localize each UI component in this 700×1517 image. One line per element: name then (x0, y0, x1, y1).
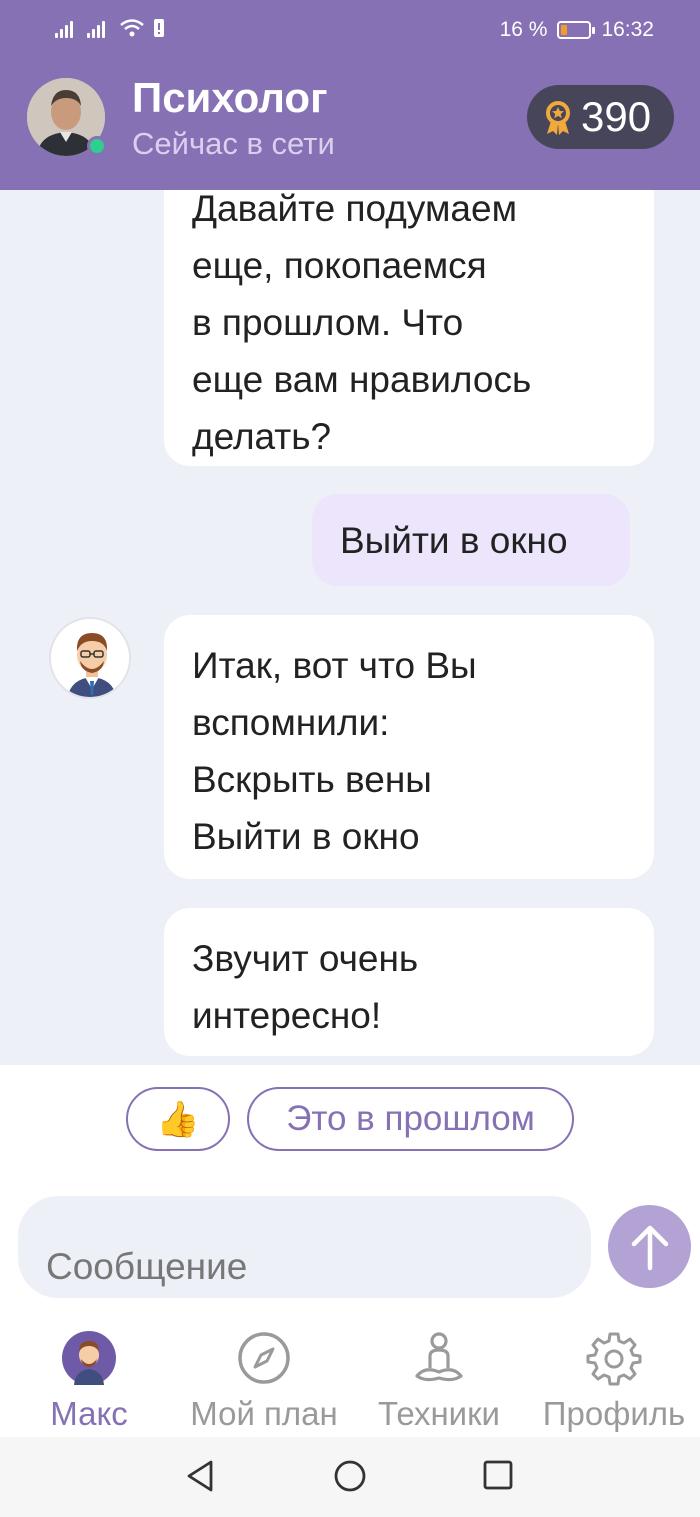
nav-item-my-plan[interactable]: Мой план (184, 1327, 344, 1433)
nav-item-techniques[interactable]: Техники (372, 1327, 506, 1433)
message-composer (18, 1196, 591, 1298)
back-icon[interactable] (185, 1459, 215, 1493)
bottom-navigation: Макс Мой план Техники Профиль (0, 1315, 700, 1437)
recent-apps-icon[interactable] (483, 1459, 513, 1491)
avatar-icon (62, 1331, 116, 1385)
nav-label: Техники (378, 1395, 500, 1432)
top-bar: 16 % 16:32 Психолог Сейчас в сети 390 (0, 0, 700, 190)
cell-signal-2-icon (87, 18, 111, 38)
home-icon[interactable] (333, 1459, 367, 1493)
quick-reply-label: Это в прошлом (286, 1099, 535, 1138)
message-line: интересно! (192, 995, 382, 1036)
message-line: Выйти в окно (340, 519, 568, 561)
message-line: в прошлом. Что (192, 302, 464, 343)
message-line: Звучит очень (192, 938, 419, 979)
nav-label: Профиль (542, 1395, 686, 1432)
clock: 16:32 (601, 18, 654, 41)
battery-percent: 16 % (499, 18, 548, 41)
compass-icon (238, 1332, 290, 1384)
meditation-icon (415, 1332, 463, 1382)
system-navigation-bar (0, 1437, 700, 1517)
nav-label: Мой план (190, 1395, 338, 1432)
online-status: Сейчас в сети (132, 126, 335, 161)
quick-reply-thumbs-up[interactable]: 👍 (126, 1087, 230, 1151)
bottom-panel: 👍 Это в прошлом Макс М (0, 1065, 700, 1437)
chat-title: Психолог (132, 74, 328, 121)
nav-label: Макс (50, 1395, 128, 1432)
message-line: еще вам нравилось (192, 359, 532, 400)
medal-icon (546, 101, 570, 135)
cell-signal-icon (55, 18, 79, 38)
nav-item-profile[interactable]: Профиль (538, 1327, 690, 1433)
message-line: еще, покопаемся (192, 245, 487, 286)
bot-avatar (49, 617, 131, 699)
sim-alert-icon (154, 19, 164, 37)
coins-value: 390 (581, 93, 652, 140)
bot-message: Итак, вот что Вы вспомнили: Вскрыть вены… (164, 615, 654, 879)
bot-message: Звучит очень интересно! (164, 908, 654, 1056)
chat-header: Психолог Сейчас в сети 390 (0, 70, 700, 180)
wifi-icon (120, 19, 144, 37)
message-line: Итак, вот что Вы (192, 645, 477, 686)
chat-area[interactable]: Давайте подумаем еще, покопаемся в прошл… (0, 190, 700, 1065)
message-line: вспомнили: (192, 702, 390, 743)
status-bar: 16 % 16:32 (0, 0, 700, 60)
arrow-up-icon (631, 1225, 668, 1270)
message-input[interactable] (46, 1232, 566, 1298)
quick-reply-button[interactable]: Это в прошлом (247, 1087, 574, 1151)
gear-icon (586, 1332, 642, 1386)
thumbs-up-icon: 👍 (156, 1099, 200, 1139)
bot-message: Давайте подумаем еще, покопаемся в прошл… (164, 190, 654, 466)
message-line: делать? (192, 416, 332, 457)
coins-badge[interactable]: 390 (527, 85, 674, 149)
nav-item-maks[interactable]: Макс (36, 1327, 142, 1433)
message-line: Выйти в окно (192, 816, 420, 857)
battery-icon (557, 21, 596, 39)
online-indicator (87, 136, 107, 156)
message-line: Вскрыть вены (192, 759, 432, 800)
send-button[interactable] (608, 1205, 691, 1288)
message-line: Давайте подумаем (192, 190, 518, 229)
user-message: Выйти в окно (312, 494, 630, 586)
